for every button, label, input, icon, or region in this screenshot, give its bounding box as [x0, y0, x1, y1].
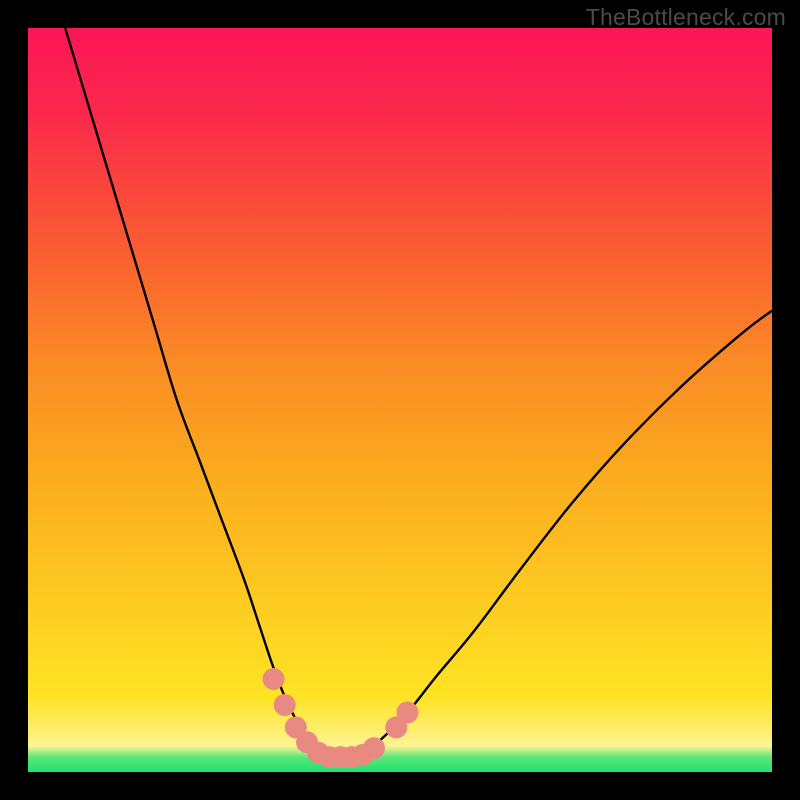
- watermark-text: TheBottleneck.com: [586, 4, 786, 31]
- gradient-background: [28, 28, 772, 772]
- marker-dot: [274, 694, 296, 716]
- marker-dot: [396, 701, 418, 723]
- chart-frame: TheBottleneck.com: [0, 0, 800, 800]
- marker-dot: [363, 737, 385, 759]
- plot-area: [28, 28, 772, 772]
- marker-dot: [263, 668, 285, 690]
- bottleneck-chart: [28, 28, 772, 772]
